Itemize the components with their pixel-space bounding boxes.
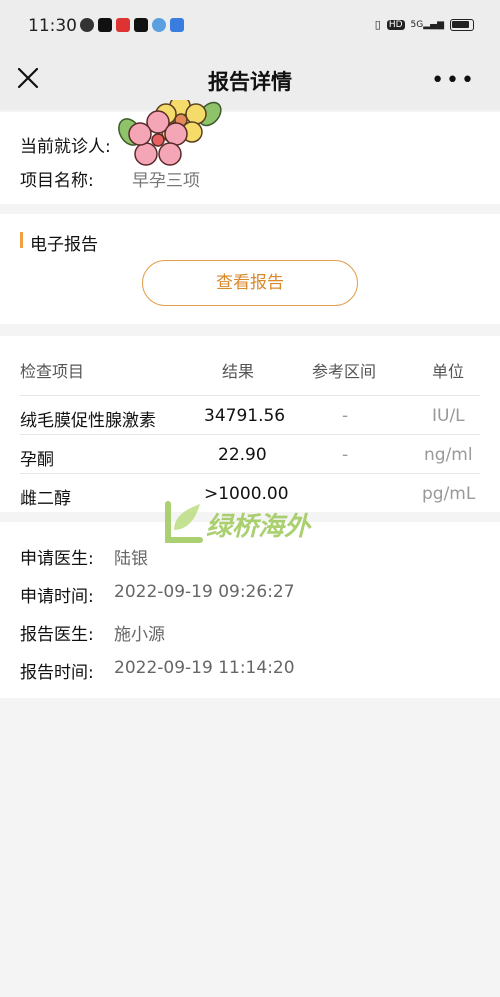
navigation-bar: 报告详情 ••• — [0, 54, 500, 110]
apply-time-label: 申请时间: — [20, 587, 94, 607]
cloud-app-icon — [152, 18, 166, 32]
notification-icons — [80, 18, 184, 32]
more-options-icon[interactable]: ••• — [431, 68, 476, 93]
tiktok-icon — [134, 18, 148, 32]
cell-unit: pg/mL — [422, 484, 476, 504]
apply-doctor-label: 申请医生: — [20, 549, 94, 569]
hd-icon: HD — [386, 19, 405, 30]
cell-result: 34791.56 — [204, 406, 286, 426]
cell-item: 孕酮 — [20, 450, 54, 470]
flight-app-icon — [170, 18, 184, 32]
tiktok-icon — [98, 18, 112, 32]
apply-time-value: 2022-09-19 09:26:27 — [114, 582, 295, 602]
report-doctor-value: 施小源 — [114, 625, 165, 645]
current-patient-label: 当前就诊人: — [20, 137, 111, 157]
report-doctor-label: 报告医生: — [20, 625, 94, 645]
view-report-button[interactable]: 查看报告 — [142, 260, 358, 306]
news-app-icon — [116, 18, 130, 32]
header-unit: 单位 — [432, 362, 465, 381]
battery-icon — [450, 18, 474, 31]
header-item: 检查项目 — [20, 362, 85, 381]
report-time-label: 报告时间: — [20, 663, 94, 683]
page-title: 报告详情 — [208, 70, 292, 94]
cell-range: - — [342, 406, 349, 426]
section-title: 电子报告 — [30, 235, 98, 255]
apply-doctor-value: 陆银 — [114, 549, 148, 569]
project-name-value: 早孕三项 — [132, 171, 200, 191]
network-type: 5G — [410, 19, 424, 30]
status-bar: 11:30 ▯ HD 5G▂▄▆ — [0, 0, 500, 54]
section-accent-bar — [20, 232, 23, 248]
table-divider — [20, 434, 480, 435]
project-name-label: 项目名称: — [20, 171, 94, 191]
network-signal-icon: 5G▂▄▆ — [410, 19, 444, 30]
cell-unit: IU/L — [432, 406, 465, 426]
doctor-info-card: 申请医生: 陆银 申请时间: 2022-09-19 09:26:27 报告医生:… — [0, 522, 500, 698]
cell-unit: ng/ml — [424, 445, 473, 465]
leaf-logo-icon — [165, 501, 203, 543]
table-divider — [20, 395, 480, 396]
system-indicators: ▯ HD 5G▂▄▆ — [375, 18, 474, 31]
status-time: 11:30 — [28, 16, 77, 36]
flower-sticker-icon — [118, 100, 222, 166]
cell-result: 22.90 — [218, 445, 267, 465]
table-divider — [20, 473, 480, 474]
watermark-logo: 绿桥海外 — [160, 500, 360, 548]
electronic-report-card: 电子报告 查看报告 — [0, 214, 500, 324]
report-time-value: 2022-09-19 11:14:20 — [114, 658, 295, 678]
patient-info-card: 当前就诊人: 项目名称: 早孕三项 — [0, 100, 500, 204]
header-result: 结果 — [222, 362, 255, 381]
cell-range: - — [342, 445, 349, 465]
vibrate-icon: ▯ — [374, 18, 381, 31]
chat-bubble-icon — [80, 18, 94, 32]
header-range: 参考区间 — [312, 362, 377, 381]
cell-item: 绒毛膜促性腺激素 — [20, 411, 156, 431]
cell-item: 雌二醇 — [20, 489, 71, 509]
watermark-text: 绿桥海外 — [206, 512, 311, 542]
results-table: 检查项目 结果 参考区间 单位 绒毛膜促性腺激素 34791.56 - IU/L… — [0, 336, 500, 512]
